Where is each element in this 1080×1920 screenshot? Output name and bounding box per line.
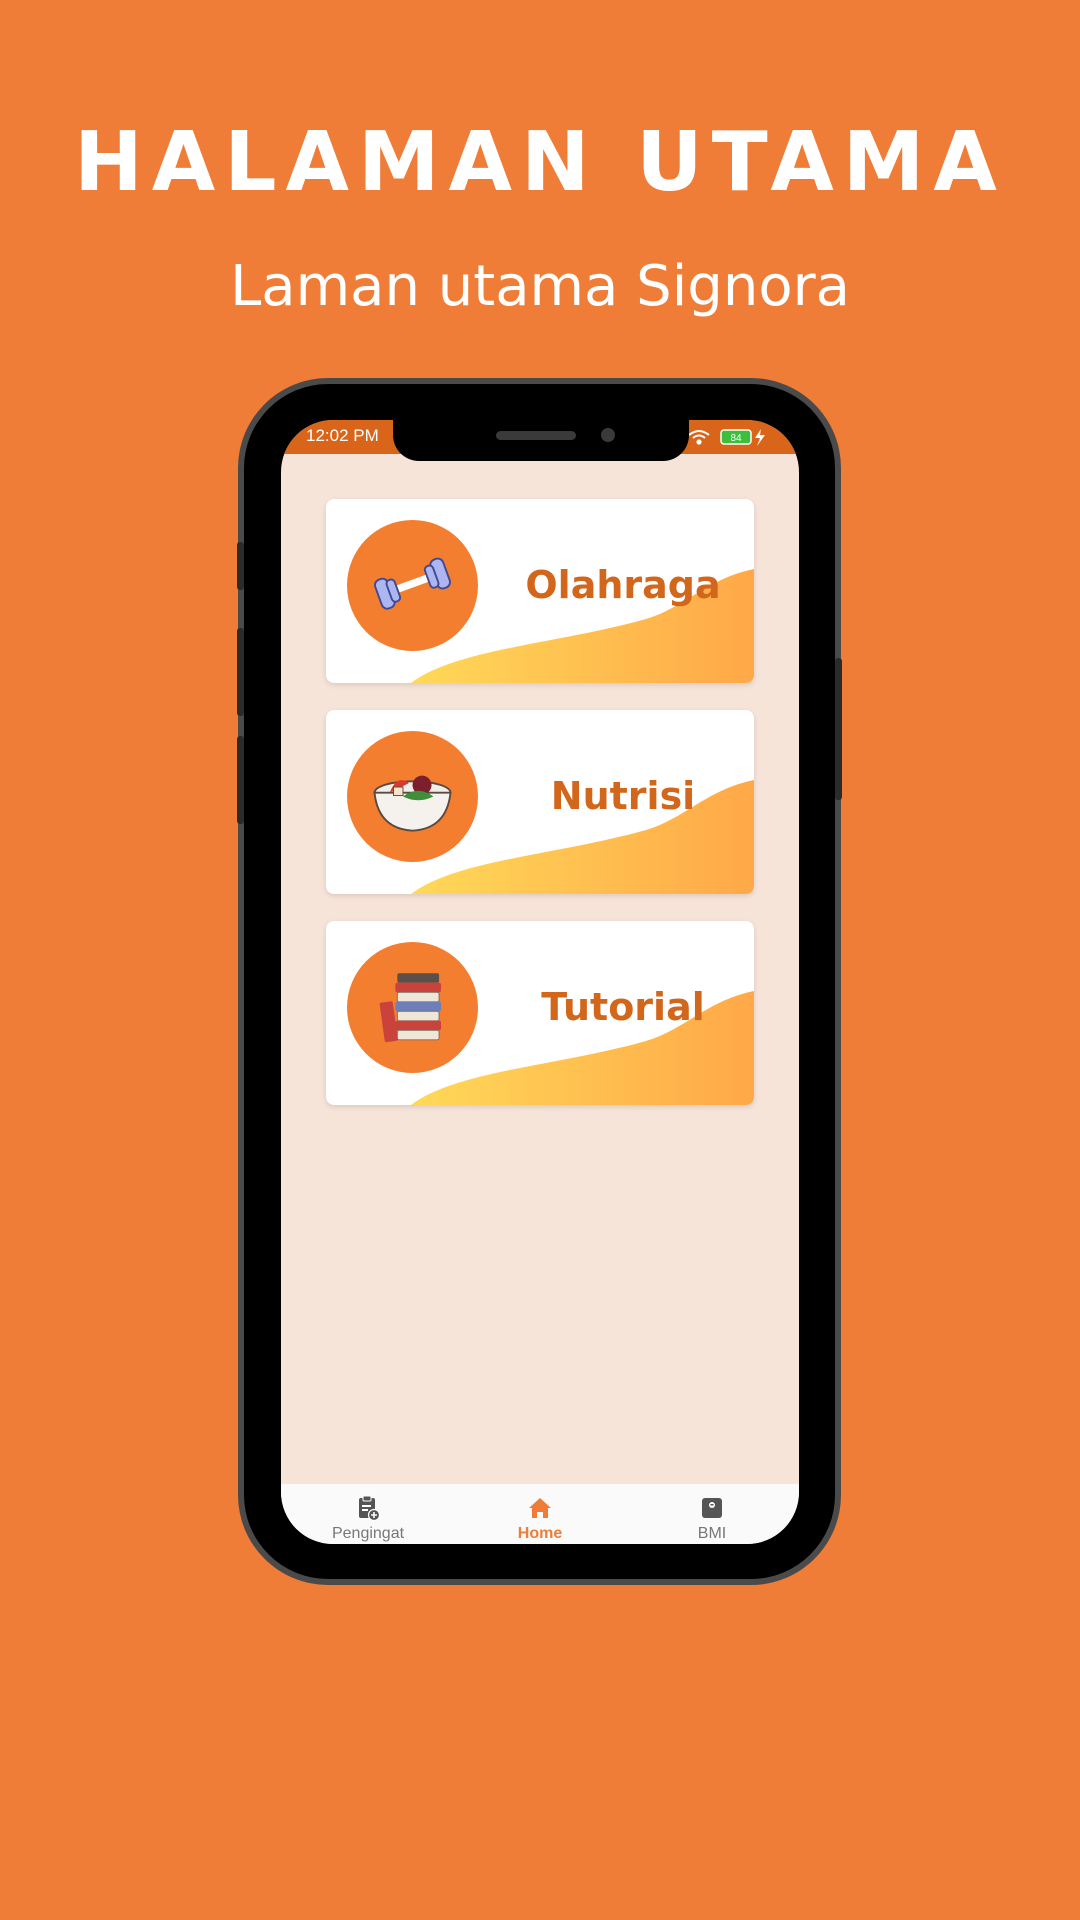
card-label: Tutorial: [541, 985, 705, 1029]
menu-card-olahraga[interactable]: Olahraga: [326, 499, 754, 683]
promo-headline: HALAMAN UTAMA: [74, 115, 1006, 210]
scale-icon: [702, 1498, 722, 1518]
wifi-icon: [688, 430, 710, 445]
nav-label: Pengingat: [331, 1525, 405, 1542]
icon-badge: [347, 520, 478, 651]
bottom-navigation: Pengingat Home BMI: [281, 1483, 799, 1544]
phone-button: [237, 542, 244, 590]
home-icon: [529, 1498, 551, 1518]
nav-item-bmi[interactable]: BMI: [652, 1494, 772, 1544]
promo-subheadline: Laman utama Signora: [230, 254, 850, 319]
dumbbell-icon: [374, 557, 451, 610]
nav-label: BMI: [697, 1525, 727, 1542]
books-icon: [379, 973, 441, 1043]
nav-item-pengingat[interactable]: Pengingat: [308, 1494, 428, 1544]
phone-button: [835, 658, 842, 800]
icon-badge: [347, 942, 478, 1073]
status-time: 12:02 PM: [306, 426, 379, 445]
phone-button: [237, 628, 244, 716]
charging-icon: [755, 429, 765, 446]
phone-speaker: [496, 431, 576, 440]
phone-button: [237, 736, 244, 824]
battery-level: 84: [730, 433, 742, 444]
status-icons: 84: [688, 429, 765, 446]
card-label: Olahraga: [525, 563, 721, 607]
icon-badge: [347, 731, 478, 862]
menu-card-nutrisi[interactable]: Nutrisi: [326, 710, 754, 894]
front-camera: [601, 428, 615, 442]
card-label: Nutrisi: [550, 774, 696, 818]
nav-label: Home: [517, 1525, 563, 1542]
clipboard-add-icon: [359, 1495, 381, 1522]
app-screen: 12:02 PM 84 Olahraga Nutrisi Tutorial Pe…: [281, 420, 799, 1544]
food-bowl-icon: [373, 775, 452, 832]
menu-card-tutorial[interactable]: Tutorial: [326, 921, 754, 1105]
nav-item-home[interactable]: Home: [480, 1494, 600, 1544]
